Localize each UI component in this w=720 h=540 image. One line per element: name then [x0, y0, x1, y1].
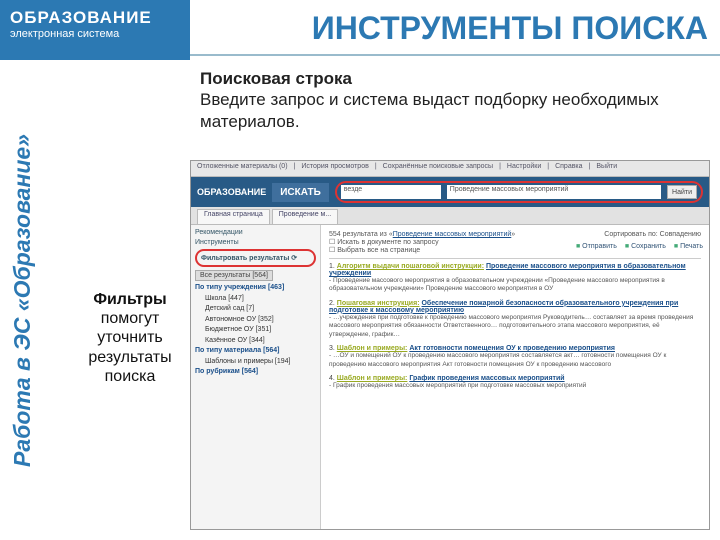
tree-child[interactable]: Школа [447] — [195, 294, 316, 305]
app-body: Рекомендации Инструменты Фильтровать рез… — [191, 225, 709, 529]
topmenu-item[interactable]: Справка — [555, 163, 582, 174]
result-pre: Алгоритм выдачи пошаговой инструкции: — [337, 263, 484, 270]
topmenu-item[interactable]: Выйти — [596, 163, 617, 174]
sidebar: Рекомендации Инструменты Фильтровать рез… — [191, 225, 321, 529]
sidebar-item[interactable]: Рекомендации — [195, 229, 316, 236]
chk-select-all[interactable]: Выбрать все на странице — [337, 247, 420, 254]
result-pre: Пошаговая инструкция: — [337, 300, 420, 307]
description-body: Введите запрос и система выдаст подборку… — [200, 90, 659, 130]
result-item: 2. Пошаговая инструкция: Обеспечение пож… — [329, 300, 701, 339]
search-highlight-oval: везде Проведение массовых мероприятий На… — [335, 181, 703, 203]
side-label-text: Работа в ЭС «Образование» — [10, 133, 37, 466]
brand-line2: электронная система — [10, 28, 180, 40]
tree-child[interactable]: Детский сад [7] — [195, 304, 316, 315]
search-input[interactable]: Проведение массовых мероприятий — [447, 185, 661, 199]
result-item: 3. Шаблон и примеры: Акт готовности поме… — [329, 345, 701, 369]
result-snippet: - График проведения массовых мероприятий… — [329, 382, 701, 390]
tree-node[interactable]: По типу учреждения [463] — [195, 283, 316, 294]
tab-home[interactable]: Главная страница — [197, 209, 270, 224]
brand-line1: ОБРАЗОВАНИЕ — [10, 8, 180, 28]
tab-search[interactable]: Проведение м... — [272, 209, 338, 224]
filter-label[interactable]: Фильтровать результаты ⟳ — [201, 255, 297, 262]
results-pane: Отправить Сохранить Печать 554 результат… — [321, 225, 709, 529]
filter-highlight-oval: Фильтровать результаты ⟳ — [195, 249, 316, 267]
toolbar-send[interactable]: Отправить — [576, 243, 617, 250]
topmenu-item[interactable]: Сохранённые поисковые запросы — [383, 163, 493, 174]
topmenu-item[interactable]: История просмотров — [301, 163, 368, 174]
side-label: Работа в ЭС «Образование» — [0, 60, 46, 540]
search-scope-select[interactable]: везде — [341, 185, 441, 199]
tabs: Главная страница Проведение м... — [191, 207, 709, 225]
result-snippet: - Проведение массового мероприятия в обр… — [329, 277, 701, 294]
toolbar-save[interactable]: Сохранить — [625, 243, 666, 250]
topmenu: Отложенные материалы (0)| История просмо… — [191, 161, 709, 177]
tree-child[interactable]: Шаблоны и примеры [194] — [195, 357, 316, 368]
query-link[interactable]: Проведение массовых мероприятий — [393, 231, 512, 238]
slide-title: ИНСТРУМЕНТЫ ПОИСКА — [312, 10, 708, 47]
app-screenshot: Отложенные материалы (0)| История просмо… — [190, 160, 710, 530]
callout-filters: Фильтры помогут уточнить результаты поис… — [70, 290, 190, 386]
results-tab[interactable]: Все результаты [564] — [195, 270, 273, 281]
toolbar: Отправить Сохранить Печать — [576, 243, 703, 250]
sidebar-item[interactable]: Инструменты — [195, 239, 316, 246]
description-head: Поисковая строка — [200, 69, 352, 88]
tree-child[interactable]: Бюджетное ОУ [351] — [195, 325, 316, 336]
result-title[interactable]: График проведения массовых мероприятий — [409, 375, 564, 382]
tree-child[interactable]: Казённое ОУ [344] — [195, 336, 316, 347]
brand-logo: ОБРАЗОВАНИЕ электронная система — [0, 0, 190, 60]
topmenu-item[interactable]: Настройки — [507, 163, 541, 174]
result-snippet: - …учреждения при подготовке к проведени… — [329, 314, 701, 339]
tree-node[interactable]: По типу материала [564] — [195, 346, 316, 357]
result-count: 554 результата из — [329, 231, 387, 238]
filter-tree: По типу учреждения [463] Школа [447] Дет… — [195, 283, 316, 378]
app-brand: ОБРАЗОВАНИЕ — [197, 187, 266, 197]
chk-in-doc[interactable]: Искать в документе по запросу — [337, 239, 438, 246]
result-snippet: - …ОУ и помещений ОУ к проведению массов… — [329, 352, 701, 369]
search-button[interactable]: Найти — [667, 185, 697, 199]
toolbar-print[interactable]: Печать — [674, 243, 703, 250]
search-label: ИСКАТЬ — [272, 183, 329, 202]
callout-body: помогут уточнить результаты поиска — [88, 310, 171, 385]
app-header: ОБРАЗОВАНИЕ ИСКАТЬ везде Проведение масс… — [191, 177, 709, 207]
result-item: 1. Алгоритм выдачи пошаговой инструкции:… — [329, 263, 701, 294]
title-rule — [190, 54, 720, 56]
result-pre: Шаблон и примеры: — [337, 375, 408, 382]
description: Поисковая строка Введите запрос и систем… — [200, 68, 700, 132]
tree-child[interactable]: Автономное ОУ [352] — [195, 315, 316, 326]
tree-node[interactable]: По рубрикам [564] — [195, 367, 316, 378]
result-item: 4. Шаблон и примеры: График проведения м… — [329, 375, 701, 390]
topmenu-item[interactable]: Отложенные материалы (0) — [197, 163, 288, 174]
callout-head: Фильтры — [93, 291, 166, 308]
